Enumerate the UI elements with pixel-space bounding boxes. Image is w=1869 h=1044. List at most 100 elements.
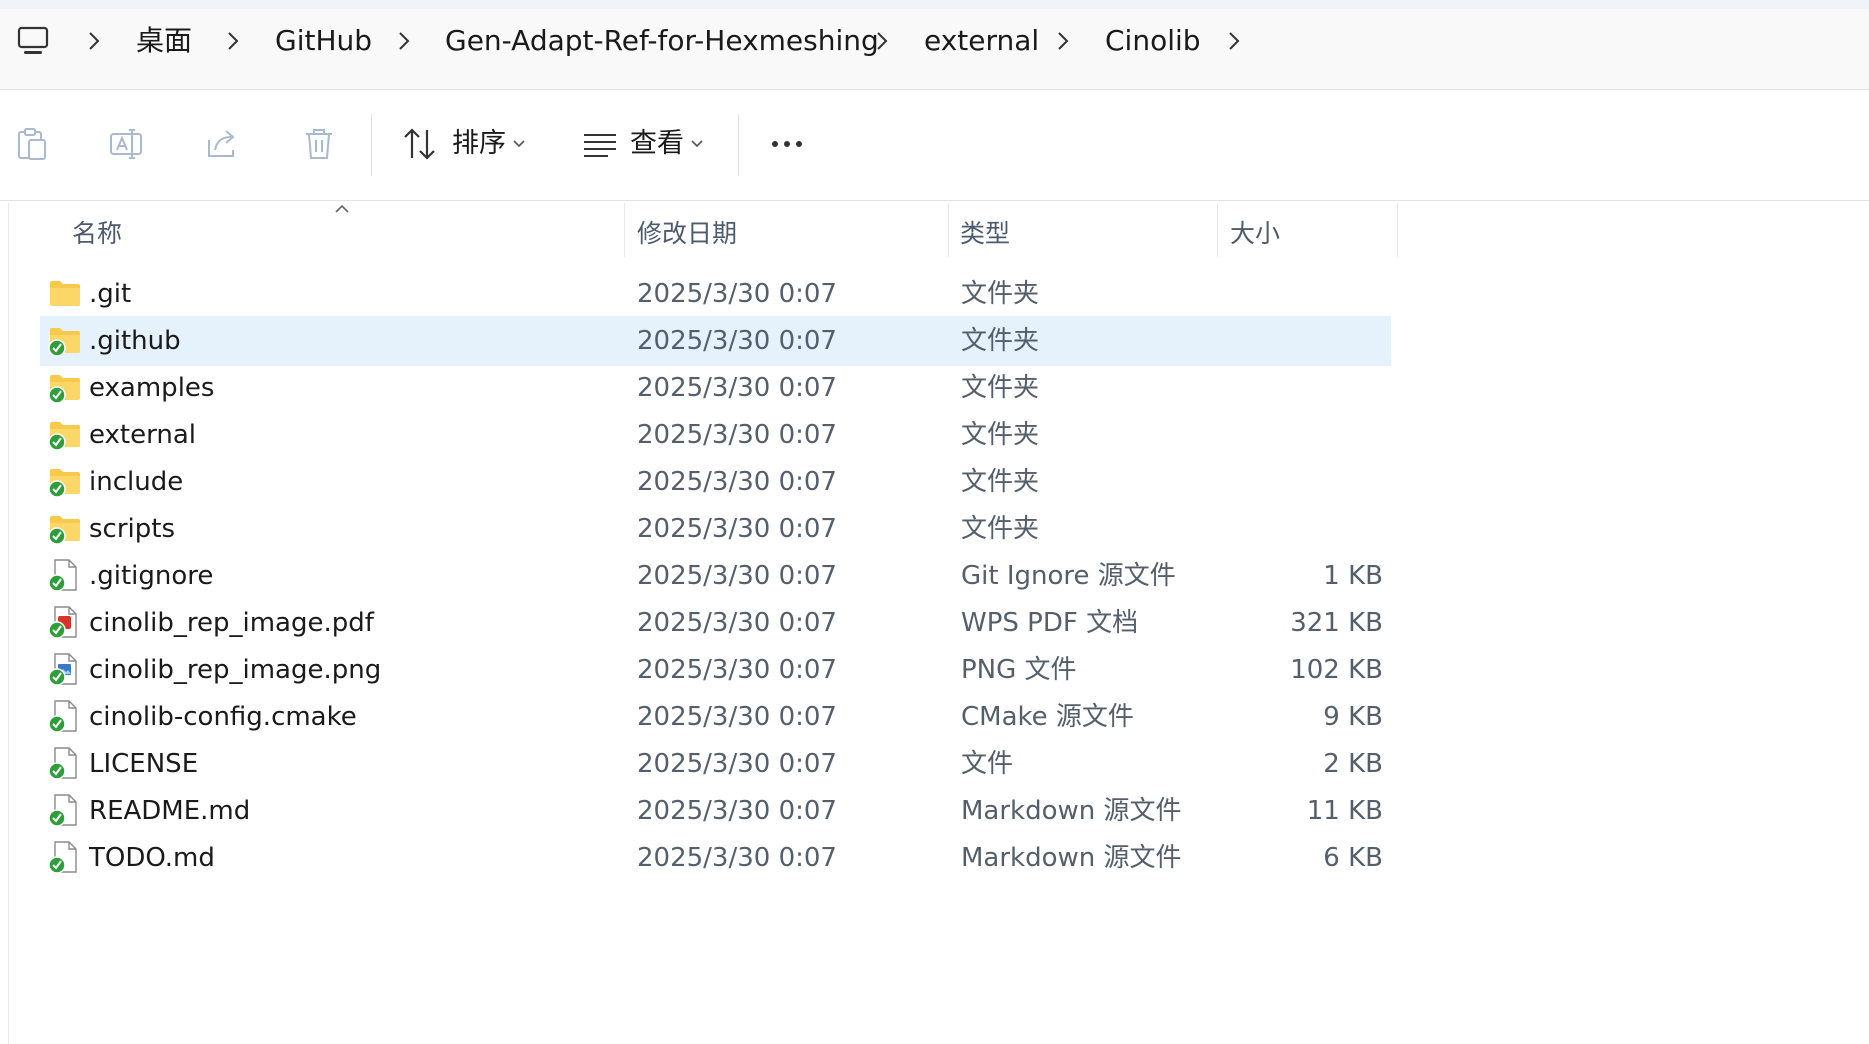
folder-icon	[48, 469, 80, 498]
file-name: .github	[89, 326, 181, 356]
view-label: 查看	[630, 128, 684, 159]
folder-icon	[48, 422, 80, 451]
title-strip	[0, 0, 1869, 9]
rename-icon[interactable]	[108, 126, 144, 162]
file-name: cinolib-config.cmake	[89, 702, 357, 732]
chevron-right-icon[interactable]	[223, 28, 243, 54]
column-divider[interactable]	[1397, 203, 1398, 257]
breadcrumb-item-repo[interactable]: Gen-Adapt-Ref-for-Hexmeshing	[441, 21, 883, 61]
file-modified-date: 2025/3/30 0:07	[637, 514, 837, 544]
file-modified-date: 2025/3/30 0:07	[637, 467, 837, 497]
file-modified-date: 2025/3/30 0:07	[637, 373, 837, 403]
file-type: PNG 文件	[961, 655, 1077, 685]
file-size: 6 KB	[1323, 843, 1383, 873]
file-type: 文件夹	[961, 420, 1040, 450]
column-header-size[interactable]: 大小	[1230, 211, 1280, 257]
file-icon	[48, 559, 77, 592]
file-row[interactable]: cinolib_rep_image.pdf 2025/3/30 0:07 WPS P…	[40, 598, 1391, 648]
file-name: LICENSE	[89, 749, 199, 779]
chevron-right-icon[interactable]	[84, 28, 104, 54]
file-name: cinolib_rep_image.pdf	[89, 608, 374, 638]
column-divider[interactable]	[624, 203, 625, 257]
file-row[interactable]: cinolib_rep_image.png 2025/3/30 0:07 PNG 文…	[40, 645, 1391, 695]
chevron-down-icon	[691, 140, 703, 148]
view-button[interactable]: 查看	[578, 110, 713, 180]
pdf-file-icon	[48, 606, 77, 639]
address-bar[interactable]: 桌面 GitHub Gen-Adapt-Ref-for-Hexmeshing e…	[0, 0, 1869, 90]
chevron-right-icon[interactable]	[872, 28, 892, 54]
toolbar-divider	[371, 114, 372, 176]
computer-icon[interactable]	[16, 24, 50, 58]
column-divider[interactable]	[948, 203, 949, 257]
file-name: README.md	[89, 796, 251, 826]
file-row[interactable]: .github 2025/3/30 0:07 文件夹	[40, 316, 1391, 366]
file-row[interactable]: scripts 2025/3/30 0:07 文件夹	[40, 504, 1391, 554]
file-size: 11 KB	[1306, 796, 1383, 826]
file-modified-date: 2025/3/30 0:07	[637, 843, 837, 873]
chevron-right-icon[interactable]	[394, 28, 414, 54]
image-file-icon	[48, 653, 77, 686]
file-row[interactable]: README.md 2025/3/30 0:07 Markdown 源文件 11 KB	[40, 786, 1391, 836]
sort-button[interactable]: 排序	[398, 110, 533, 180]
file-type: 文件夹	[961, 326, 1040, 356]
breadcrumb-item-external[interactable]: external	[920, 21, 1043, 61]
more-icon[interactable]	[769, 126, 809, 162]
file-type: Markdown 源文件	[961, 843, 1182, 873]
file-row[interactable]: cinolib-config.cmake 2025/3/30 0:07 CMake …	[40, 692, 1391, 742]
file-modified-date: 2025/3/30 0:07	[637, 749, 837, 779]
share-icon[interactable]	[205, 126, 241, 162]
file-row[interactable]: external 2025/3/30 0:07 文件夹	[40, 410, 1391, 460]
file-modified-date: 2025/3/30 0:07	[637, 420, 837, 450]
paste-icon[interactable]	[14, 126, 50, 162]
file-row[interactable]: examples 2025/3/30 0:07 文件夹	[40, 363, 1391, 413]
file-type: 文件	[961, 749, 1014, 779]
file-modified-date: 2025/3/30 0:07	[637, 326, 837, 356]
folder-icon	[48, 328, 80, 357]
file-modified-date: 2025/3/30 0:07	[637, 702, 837, 732]
file-type: CMake 源文件	[961, 702, 1134, 732]
sort-ascending-icon	[335, 204, 349, 213]
column-divider[interactable]	[1217, 203, 1218, 257]
view-list-icon	[584, 134, 616, 157]
file-modified-date: 2025/3/30 0:07	[637, 279, 837, 309]
file-icon	[48, 841, 77, 874]
file-row[interactable]: .gitignore 2025/3/30 0:07 Git Ignore 源文件 1 …	[40, 551, 1391, 601]
folder-icon	[48, 516, 80, 545]
file-row[interactable]: .git 2025/3/30 0:07 文件夹	[40, 269, 1391, 319]
column-header-type[interactable]: 类型	[960, 211, 1010, 257]
breadcrumb-item-desktop[interactable]: 桌面	[132, 21, 196, 61]
file-row[interactable]: include 2025/3/30 0:07 文件夹	[40, 457, 1391, 507]
file-type: 文件夹	[961, 279, 1040, 309]
column-header-modified[interactable]: 修改日期	[637, 211, 737, 257]
file-type: Markdown 源文件	[961, 796, 1182, 826]
file-icon	[48, 747, 77, 780]
file-name: external	[89, 420, 196, 450]
file-size: 2 KB	[1323, 749, 1383, 779]
file-size: 321 KB	[1290, 608, 1383, 638]
chevron-down-icon	[513, 140, 525, 148]
chevron-right-icon[interactable]	[1224, 28, 1244, 54]
file-row[interactable]: LICENSE 2025/3/30 0:07 文件 2 KB	[40, 739, 1391, 789]
column-header-name[interactable]: 名称	[72, 211, 122, 257]
file-name: examples	[89, 373, 215, 403]
file-name: cinolib_rep_image.png	[89, 655, 382, 685]
file-type: 文件夹	[961, 467, 1040, 497]
file-type: 文件夹	[961, 514, 1040, 544]
folder-icon	[50, 281, 80, 306]
file-size: 102 KB	[1290, 655, 1383, 685]
file-name: .gitignore	[89, 561, 214, 591]
delete-icon[interactable]	[301, 126, 337, 162]
breadcrumb-item-cinolib[interactable]: Cinolib	[1101, 21, 1205, 61]
chevron-right-icon[interactable]	[1053, 28, 1073, 54]
file-name: TODO.md	[89, 843, 215, 873]
sort-icon	[404, 128, 435, 160]
file-modified-date: 2025/3/30 0:07	[637, 796, 837, 826]
command-bar: 排序 查看	[0, 90, 1869, 201]
pane-border	[8, 203, 9, 1044]
file-type: WPS PDF 文档	[961, 608, 1139, 638]
file-icon	[48, 794, 77, 827]
file-icon	[48, 700, 77, 733]
file-name: .git	[89, 279, 132, 309]
breadcrumb-item-github[interactable]: GitHub	[271, 21, 376, 61]
file-row[interactable]: TODO.md 2025/3/30 0:07 Markdown 源文件 6 KB	[40, 833, 1391, 883]
